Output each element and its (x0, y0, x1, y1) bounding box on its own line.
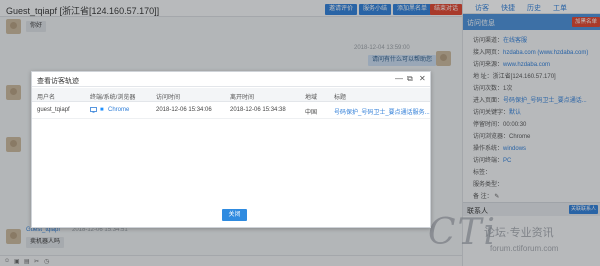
windows-icon: ■ (100, 107, 104, 113)
maximize-icon[interactable]: ⧉ (407, 74, 413, 84)
column-header: 用户名 (37, 95, 56, 101)
cell-browser: Chrome (108, 107, 130, 113)
monitor-icon (90, 107, 97, 113)
close-button[interactable]: 关闭 (222, 209, 247, 221)
cell-region: 中国 (305, 110, 318, 116)
close-icon[interactable]: ✕ (419, 74, 426, 83)
cell-visit-time: 2018-12-06 15:34:06 (156, 107, 212, 113)
column-header: 终端/系统/浏览器 (90, 95, 136, 101)
column-header: 地域 (305, 95, 318, 101)
visitor-trail-dialog: 查看访客轨迹 — ⧉ ✕ 用户名 终端/系统/浏览器 访问时间 离开时间 地域 … (31, 71, 431, 228)
column-header: 离开时间 (230, 95, 255, 101)
column-header: 访问时间 (156, 95, 181, 101)
cell-leave-time: 2018-12-06 15:34:38 (230, 107, 286, 113)
dialog-header: 查看访客轨迹 — ⧉ ✕ (32, 72, 430, 87)
column-header: 标题 (334, 95, 347, 101)
table-header: 用户名 终端/系统/浏览器 访问时间 离开时间 地域 标题 (32, 88, 430, 102)
table-row: guest_tqiapf ■ Chrome 2018-12-06 15:34:0… (32, 102, 430, 119)
cell-title-link[interactable]: 号码保护_号码卫士_要点通话服务... (334, 107, 430, 116)
dialog-title: 查看访客轨迹 (37, 78, 79, 85)
cell-user: guest_tqiapf (37, 107, 70, 113)
minimize-icon[interactable]: — (395, 74, 403, 83)
